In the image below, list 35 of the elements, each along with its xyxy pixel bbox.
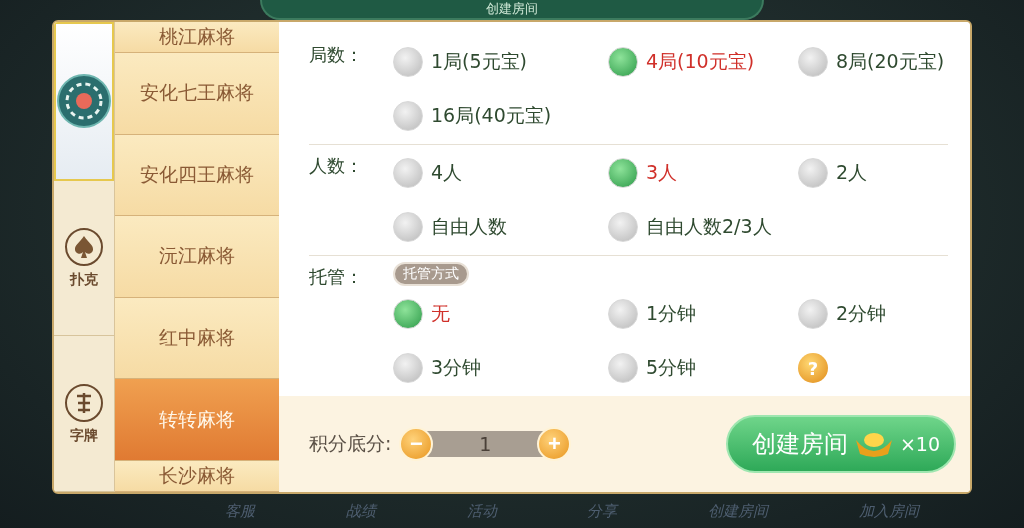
spade-icon (64, 227, 105, 267)
game-list-item[interactable]: 红中麻将 (115, 297, 279, 380)
game-list-item[interactable]: 安化七王麻将 (115, 53, 279, 135)
mahjong-tile-icon (57, 74, 112, 129)
radio-option[interactable]: 3人 (608, 151, 798, 195)
radio-option[interactable]: 3分钟 (393, 346, 608, 390)
score-label: 积分底分: (309, 431, 392, 456)
radio-option[interactable]: 5分钟 (608, 346, 798, 390)
setting-label: 局数： (309, 43, 364, 67)
category-tab[interactable]: 扑克 (54, 180, 115, 337)
game-list-item[interactable]: 转转麻将 (115, 379, 279, 461)
radio-option[interactable]: 无 (393, 292, 608, 336)
bottom-bar-item[interactable]: 加入房间 (858, 501, 919, 521)
game-list-item[interactable]: 桃江麻将 (115, 22, 279, 53)
radio-option[interactable]: 2分钟 (798, 292, 948, 336)
category-tab[interactable] (54, 22, 115, 181)
radio-option[interactable]: 自由人数 (393, 205, 608, 249)
radio-option[interactable]: 1分钟 (608, 292, 798, 336)
radio-option[interactable]: 8局(20元宝) (798, 40, 948, 84)
game-list-item[interactable]: 安化四王麻将 (115, 134, 279, 217)
radio-option[interactable]: 自由人数2/3人 (608, 205, 798, 249)
radio-option[interactable]: 16局(40元宝) (393, 94, 608, 138)
radio-option[interactable]: 4人 (393, 151, 608, 195)
radio-option[interactable]: 4局(10元宝) (608, 40, 798, 84)
character-tile-icon (64, 382, 105, 423)
radio-option[interactable]: 1局(5元宝) (393, 40, 608, 84)
ingot-icon (853, 430, 894, 458)
game-list-item[interactable]: 沅江麻将 (115, 216, 279, 298)
dialog-title: 创建房间 (260, 0, 764, 20)
category-tab[interactable]: 字牌 (54, 336, 115, 492)
game-list-item[interactable]: 长沙麻将 (115, 460, 279, 492)
mode-badge: 托管方式 (393, 262, 469, 286)
radio-option[interactable]: 2人 (798, 151, 948, 195)
setting-label: 托管： (309, 265, 364, 289)
setting-label: 人数： (309, 154, 364, 178)
